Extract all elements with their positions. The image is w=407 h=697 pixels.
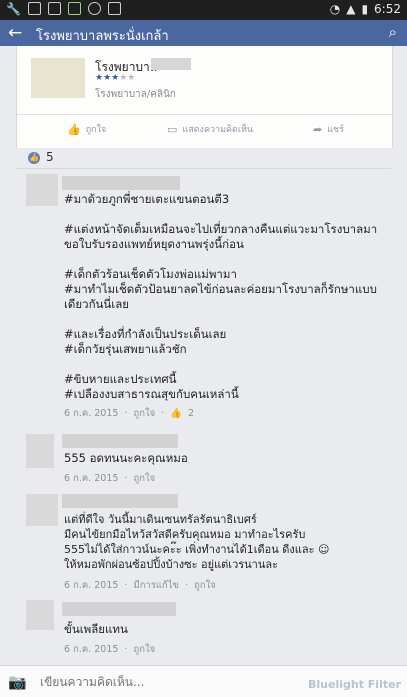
comment-like-link[interactable]: ถูกใจ — [133, 406, 155, 421]
likes-summary[interactable]: 👍 5 — [16, 150, 391, 166]
watermark: Bluelight Filter — [308, 678, 401, 691]
redacted-commenter-name[interactable] — [62, 494, 178, 508]
comment-like-count: 2 — [188, 408, 195, 419]
redacted-name — [151, 58, 191, 70]
app-header: ← โรงพยาบาลพระนั่งเกล้า ⌕ — [0, 20, 407, 46]
comment-date: 6 ก.ค. 2015 — [64, 473, 119, 484]
status-bar: 🔧 ◔ ▲ ▮ 6:52 — [0, 0, 407, 20]
comment-like-link[interactable]: ถูกใจ — [194, 578, 216, 593]
edited-label[interactable]: มีการแก้ไข — [133, 578, 179, 593]
redacted-commenter-name[interactable] — [62, 602, 176, 616]
gallery-icon — [47, 2, 61, 15]
comment-text: แต่ที่ดีใจ วันนี้มาเดินเซนทรัลรัตนาธิเบศ… — [64, 513, 330, 571]
comment-input[interactable] — [38, 674, 242, 690]
comment-text: 555 อดทนนะคะคุณหมอ — [64, 451, 188, 465]
shared-place-card: โรงพยาบาล ★★★★★ โรงพยาบาล/คลินิก 👍 ถูกใจ… — [16, 46, 393, 148]
clock-time: 6:52 — [374, 2, 401, 16]
avatar[interactable] — [26, 600, 54, 630]
wrench-icon: 🔧 — [6, 2, 21, 16]
comment-button[interactable]: ▭ แสดงความคิดเห็น — [167, 122, 253, 136]
comment-text: #มาด้วยภูกพี่ชายเตะแขนตอนตี3 #แต่งหน้าจั… — [64, 192, 378, 401]
comment-meta: 6 ก.ค. 2015 · ถูกใจ — [64, 471, 156, 486]
line-app-icon — [67, 2, 81, 15]
like-button[interactable]: 👍 ถูกใจ — [67, 122, 106, 136]
battery-icon: ▮ — [361, 2, 369, 16]
sync-icon — [87, 2, 101, 15]
divider — [16, 168, 391, 169]
comment-composer: 📷 Bluelight Filter — [0, 665, 407, 697]
comment-meta: 6 ก.ค. 2015 · ถูกใจ — [64, 642, 156, 657]
divider — [17, 114, 392, 115]
comment-meta: 6 ก.ค. 2015 · ถูกใจ · 👍 2 — [64, 406, 195, 421]
comment-date: 6 ก.ค. 2015 — [64, 580, 119, 591]
thumbs-up-icon: 👍 — [170, 408, 183, 419]
comment-text: ขั้นเพลียแทน — [64, 622, 128, 636]
share-button[interactable]: ➦ แชร์ — [313, 122, 344, 136]
comment-like-link[interactable]: ถูกใจ — [133, 471, 155, 486]
avatar[interactable] — [26, 174, 58, 206]
signal-icon: ▲ — [346, 2, 356, 16]
like-count: 5 — [46, 150, 54, 164]
place-type: โรงพยาบาล/คลินิก — [95, 89, 176, 100]
rating-stars: ★★★★★ — [95, 73, 136, 83]
comment-meta: 6 ก.ค. 2015 · มีการแก้ไข · ถูกใจ — [64, 578, 216, 593]
thumbs-up-icon: 👍 — [67, 122, 81, 136]
camera-icon[interactable]: 📷 — [8, 673, 27, 691]
avatar[interactable] — [26, 434, 54, 468]
calendar-icon — [107, 2, 121, 15]
comment-like-link[interactable]: ถูกใจ — [133, 642, 155, 657]
back-arrow-icon[interactable]: ← — [8, 23, 22, 43]
search-icon[interactable]: ⌕ — [389, 23, 397, 41]
wifi-icon: ◔ — [329, 2, 341, 16]
share-icon: ➦ — [313, 122, 323, 136]
comment-date: 6 ก.ค. 2015 — [64, 408, 119, 419]
place-thumbnail[interactable] — [31, 58, 85, 98]
image-icon — [27, 2, 41, 15]
avatar[interactable] — [26, 494, 58, 526]
page-title: โรงพยาบาลพระนั่งเกล้า — [36, 29, 169, 44]
comment-date: 6 ก.ค. 2015 — [64, 644, 119, 655]
like-badge-icon: 👍 — [28, 152, 40, 164]
comment-icon: ▭ — [167, 122, 178, 136]
redacted-commenter-name[interactable] — [62, 434, 178, 448]
redacted-commenter-name[interactable] — [62, 176, 180, 190]
